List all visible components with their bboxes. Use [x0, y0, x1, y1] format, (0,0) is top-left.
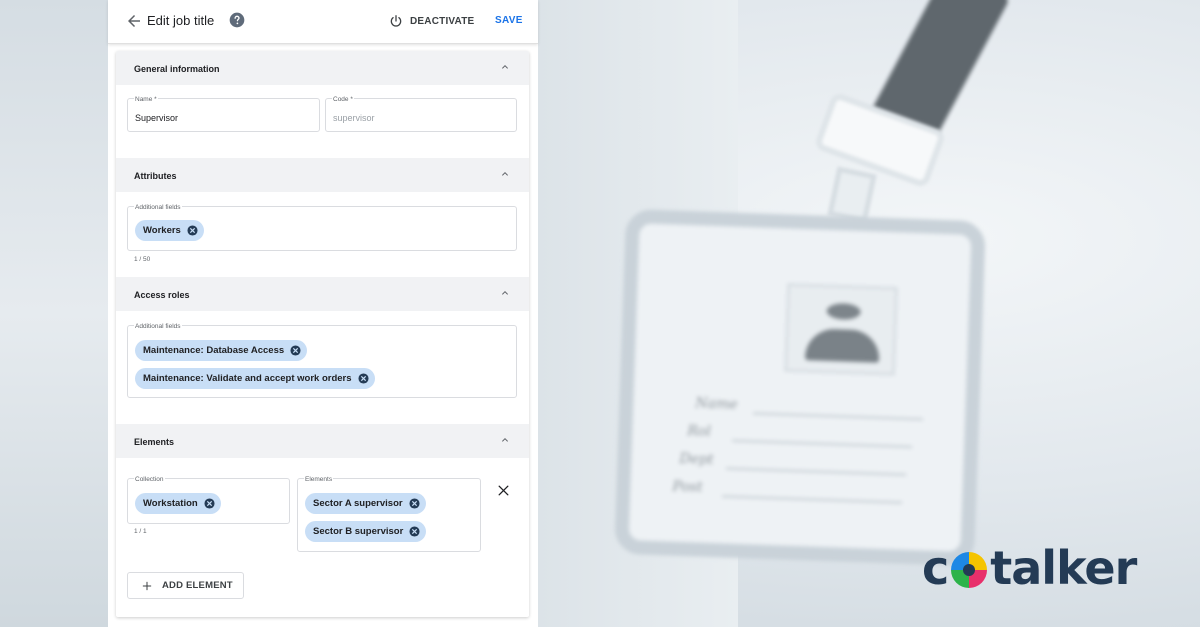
chevron-up-icon[interactable] [499, 434, 511, 446]
cancel-circle-icon[interactable] [358, 373, 369, 384]
section-attributes-header[interactable]: Attributes [116, 158, 529, 192]
badge-person-head [826, 302, 861, 321]
badge-person-body [804, 328, 881, 363]
cotalker-logo: c talker [922, 540, 1137, 596]
chevron-up-icon[interactable] [499, 168, 511, 180]
chip[interactable]: Maintenance: Database Access [135, 340, 308, 361]
chip[interactable]: Sector A supervisor [305, 493, 426, 514]
chevron-up-icon[interactable] [499, 287, 511, 299]
logo-text-pre: c [922, 541, 949, 595]
arrow-back-icon[interactable] [125, 12, 143, 30]
name-value: Supervisor [135, 113, 179, 123]
chip-label: Maintenance: Validate and accept work or… [143, 373, 352, 384]
additional-fields-label: Additional fields [134, 204, 182, 211]
name-field[interactable]: Name * Supervisor [127, 96, 320, 132]
access-roles-field[interactable]: Additional fields Maintenance: Database … [127, 323, 517, 398]
badge-text-line: Rol [687, 423, 712, 440]
collection-label: Collection [134, 476, 165, 483]
chip[interactable]: Maintenance: Validate and accept work or… [135, 368, 375, 389]
chip-label: Sector A supervisor [313, 498, 403, 509]
chip-label: Maintenance: Database Access [143, 345, 285, 356]
attributes-field[interactable]: Additional fields Workers [127, 204, 517, 251]
attributes-counter: 1 / 50 [134, 256, 151, 263]
code-placeholder: supervisor [333, 113, 375, 123]
section-access-roles-header[interactable]: Access roles [116, 277, 529, 311]
section-general-header[interactable]: General information [116, 51, 529, 85]
chevron-up-icon[interactable] [499, 61, 511, 73]
help-icon[interactable] [229, 12, 245, 28]
cancel-circle-icon[interactable] [204, 498, 215, 509]
section-title: Attributes [134, 171, 177, 181]
chip[interactable]: Workers [135, 220, 204, 241]
section-title: Access roles [134, 290, 190, 300]
edit-panel: Edit job title DEACTIVATE SAVE General i… [108, 0, 538, 627]
badge-line [753, 412, 923, 421]
id-badge: Name Rol Dept Post [614, 208, 986, 567]
page-title: Edit job title [147, 13, 215, 28]
section-title: General information [134, 64, 220, 74]
save-button[interactable]: SAVE [495, 15, 523, 26]
cancel-circle-icon[interactable] [409, 526, 420, 537]
deactivate-button[interactable]: DEACTIVATE [389, 12, 474, 30]
badge-text-line: Name [695, 395, 738, 413]
chip-label: Sector B supervisor [313, 526, 404, 537]
name-label: Name * [134, 96, 158, 103]
cancel-circle-icon[interactable] [187, 225, 198, 236]
plus-icon [142, 581, 152, 590]
badge-line [732, 439, 913, 448]
cancel-circle-icon[interactable] [290, 345, 301, 356]
section-elements-header[interactable]: Elements [116, 424, 529, 458]
code-label: Code * [332, 96, 354, 103]
badge-line [722, 495, 903, 504]
badge-clip-link [827, 166, 877, 224]
badge-line [726, 467, 907, 476]
add-element-label: ADD ELEMENT [162, 580, 233, 591]
background-left-strip [0, 0, 108, 627]
badge-photo-placeholder [784, 283, 898, 376]
deactivate-label: DEACTIVATE [410, 15, 475, 27]
chip-label: Workstation [143, 498, 198, 509]
close-icon[interactable] [497, 484, 510, 497]
section-title: Elements [134, 437, 175, 447]
chip[interactable]: Sector B supervisor [305, 521, 427, 542]
chip[interactable]: Workstation [135, 493, 221, 514]
elements-label: Elements [304, 476, 334, 483]
power-icon [390, 15, 402, 27]
collection-counter: 1 / 1 [134, 528, 147, 535]
badge-text-line: Post [672, 478, 703, 496]
collection-field[interactable]: Collection Workstation [127, 476, 290, 524]
top-bar: Edit job title DEACTIVATE SAVE [108, 0, 538, 44]
chip-label: Workers [143, 225, 181, 236]
cancel-circle-icon[interactable] [409, 498, 420, 509]
elements-field[interactable]: Elements Sector A supervisor Sector B su… [297, 476, 481, 552]
badge-text-line: Dept [679, 450, 714, 469]
form-card: General information Name * Supervisor Co… [116, 51, 529, 617]
code-field[interactable]: Code * supervisor [325, 96, 517, 132]
logo-text-post: talker [990, 541, 1137, 595]
logo-o-icon [951, 552, 988, 588]
add-element-button[interactable]: ADD ELEMENT [127, 572, 244, 599]
additional-fields-label: Additional fields [134, 323, 182, 330]
